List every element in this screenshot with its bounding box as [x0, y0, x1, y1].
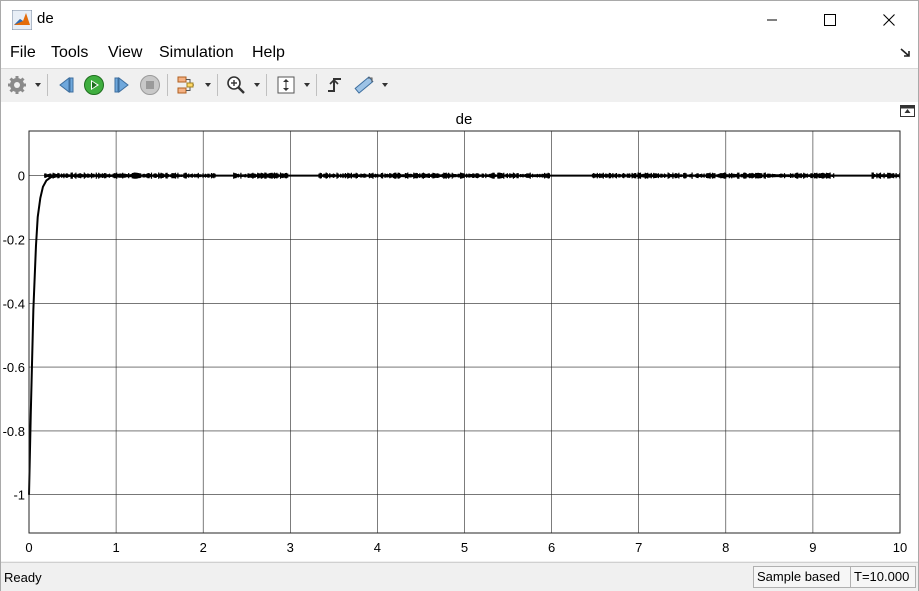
y-tick-label: -0.8 — [3, 424, 25, 439]
close-icon — [883, 13, 895, 26]
triggers-button[interactable] — [323, 73, 347, 97]
y-tick-label: -1 — [13, 488, 25, 503]
scope-display[interactable]: de 0 1 2 3 4 5 6 7 8 9 10 0 -0.2 -0.4 -0.6 -0.8 -1 — [1, 102, 918, 561]
zoom-dropdown-arrow[interactable] — [254, 83, 260, 87]
step-back-button[interactable] — [54, 73, 78, 97]
step-forward-button[interactable] — [110, 73, 134, 97]
series-noise — [44, 172, 216, 179]
step-back-icon — [59, 76, 74, 94]
chart-title: de — [456, 111, 473, 128]
menu-bar: File Tools View Simulation Help — [1, 38, 918, 68]
y-tick-label: -0.2 — [3, 232, 25, 247]
toolbar-separator — [217, 74, 218, 96]
toolbar-separator — [316, 74, 317, 96]
toolbar — [1, 68, 918, 103]
autoscale-dropdown-arrow[interactable] — [304, 83, 310, 87]
status-ready: Ready — [4, 570, 42, 585]
run-button[interactable] — [82, 73, 106, 97]
signal-selector-dropdown-arrow[interactable] — [205, 83, 211, 87]
configuration-properties-button[interactable] — [5, 73, 29, 97]
menu-help[interactable]: Help — [252, 44, 285, 62]
stop-button[interactable] — [138, 73, 162, 97]
x-tick-label: 2 — [200, 540, 207, 555]
step-forward-icon — [114, 76, 129, 94]
menu-tools[interactable]: Tools — [51, 44, 88, 62]
series-noise — [871, 172, 901, 179]
autoscale-button[interactable] — [274, 73, 298, 97]
status-time: T=10.000 — [850, 566, 916, 588]
y-tick-label: -0.4 — [3, 296, 25, 311]
x-tick-label: 3 — [287, 540, 294, 555]
close-button[interactable] — [860, 1, 918, 38]
series-noise — [591, 172, 835, 179]
dock-arrow-icon[interactable] — [900, 48, 912, 58]
menu-simulation[interactable]: Simulation — [159, 44, 234, 62]
status-sample-mode: Sample based — [753, 566, 851, 588]
maximize-button[interactable] — [801, 1, 859, 38]
plot-area[interactable]: de 0 1 2 3 4 5 6 7 8 9 10 0 -0.2 -0.4 -0.6 -0.8 -1 — [1, 102, 918, 561]
triggers-icon — [328, 78, 341, 92]
minimize-button[interactable] — [743, 1, 801, 38]
y-tick-label: 0 — [18, 169, 25, 184]
run-icon — [84, 75, 104, 95]
zoom-in-button[interactable] — [224, 73, 248, 97]
x-tick-label: 0 — [25, 540, 32, 555]
toolbar-separator — [167, 74, 168, 96]
x-tick-label: 6 — [548, 540, 555, 555]
menu-file[interactable]: File — [10, 44, 36, 62]
cursor-measurements-button[interactable] — [352, 73, 376, 97]
maximize-icon — [824, 13, 836, 26]
x-tick-label: 7 — [635, 540, 642, 555]
zoom-in-icon — [227, 76, 245, 94]
gear-icon — [8, 76, 26, 94]
config-dropdown-arrow[interactable] — [35, 83, 41, 87]
title-bar[interactable]: de — [1, 1, 918, 38]
x-tick-label: 5 — [461, 540, 468, 555]
signal-selector-button[interactable] — [174, 73, 198, 97]
stop-icon — [140, 75, 160, 95]
autoscale-icon — [277, 76, 295, 94]
toolbar-separator — [266, 74, 267, 96]
signal-selector-icon — [177, 76, 194, 94]
menu-view[interactable]: View — [108, 44, 142, 62]
y-tick-label: -0.6 — [3, 360, 25, 375]
ruler-icon — [354, 76, 374, 94]
x-tick-label: 9 — [809, 540, 816, 555]
x-tick-label: 8 — [722, 540, 729, 555]
series-noise — [318, 172, 550, 179]
matlab-logo-icon — [12, 10, 32, 30]
scope-window: de File Tools View Simulation Help de 0 … — [0, 0, 919, 591]
series-noise — [233, 172, 289, 179]
measurements-dropdown-arrow[interactable] — [382, 83, 388, 87]
x-tick-label: 4 — [374, 540, 381, 555]
minimize-icon — [767, 19, 777, 20]
window-title: de — [37, 10, 54, 27]
toolbar-separator — [47, 74, 48, 96]
x-tick-label: 10 — [893, 540, 907, 555]
x-tick-label: 1 — [112, 540, 119, 555]
status-bar: Ready Sample based T=10.000 — [1, 562, 918, 591]
